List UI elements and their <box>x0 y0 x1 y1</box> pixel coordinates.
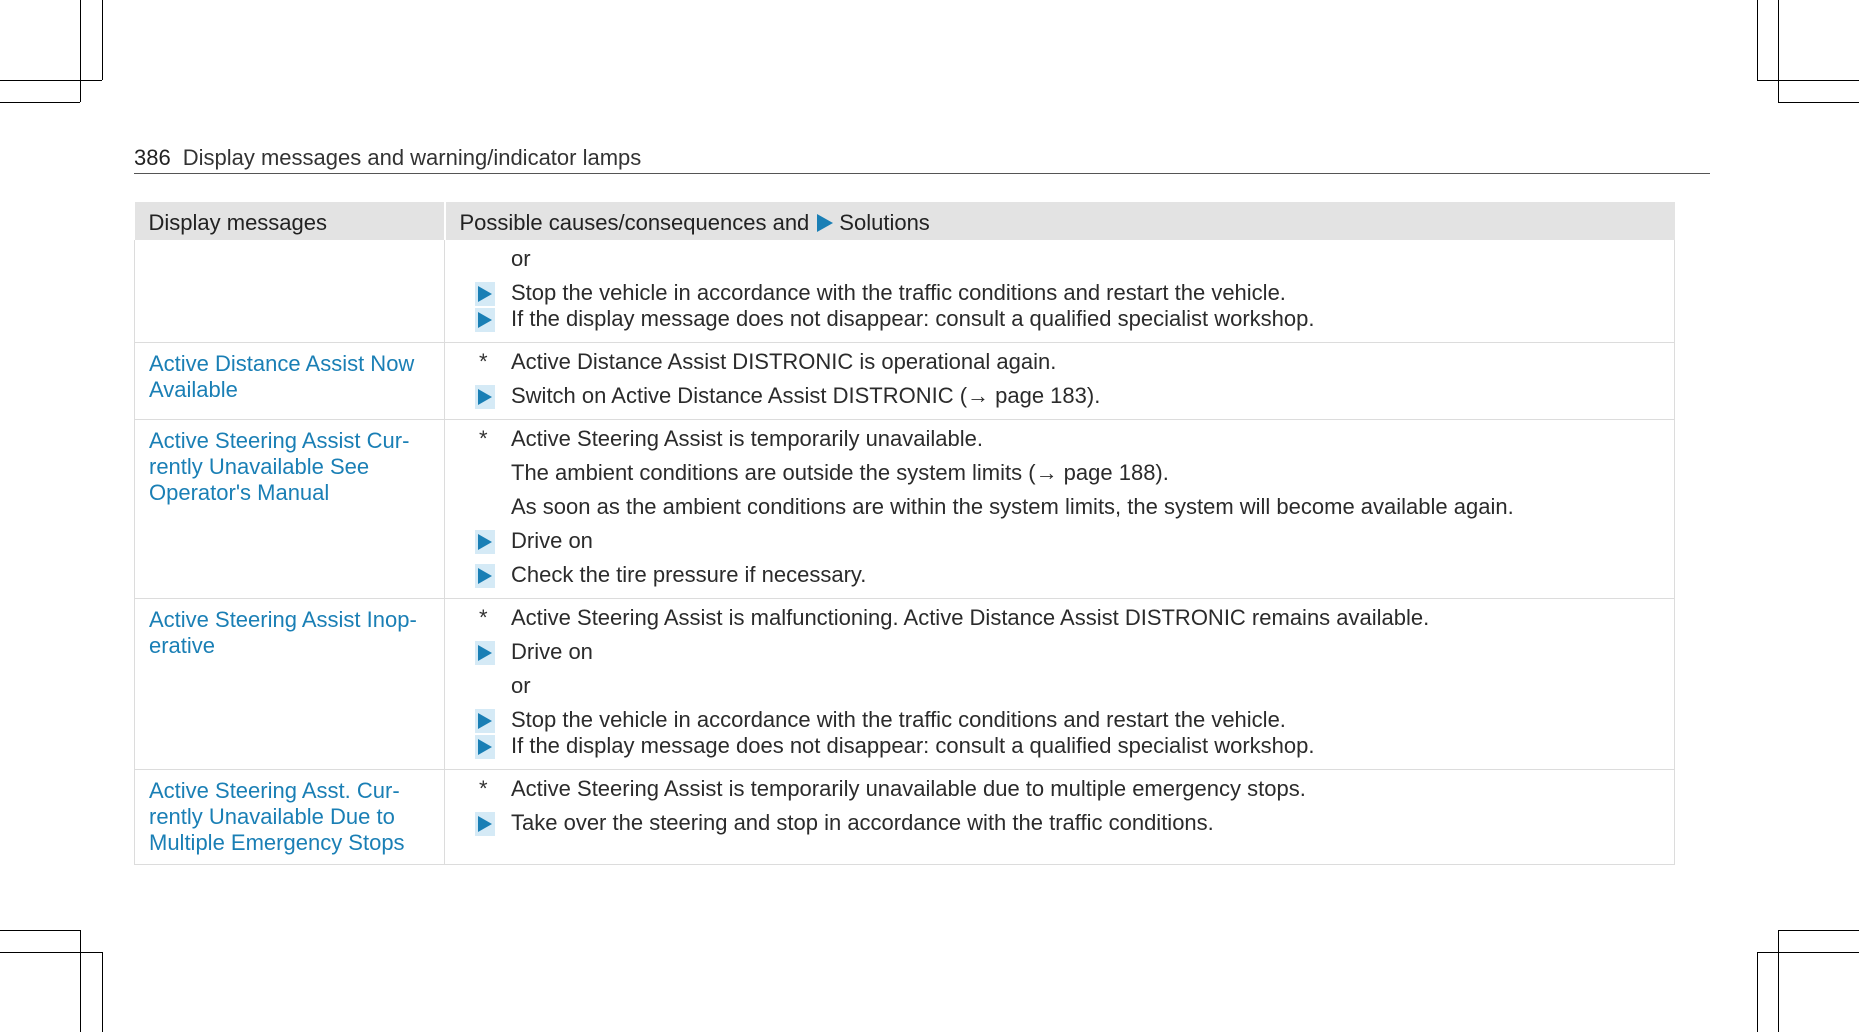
display-message-text: Active Steering Assist Cur-rently Unavai… <box>149 428 410 505</box>
crop-mark <box>1757 80 1859 81</box>
line-text: Drive on <box>511 639 593 664</box>
line-text: If the display message does not disappea… <box>511 733 1315 758</box>
causes-solutions-cell: * Active Steering Assist is temporarily u… <box>444 769 1675 865</box>
line-text: Switch on Active Distance Assist DISTRON… <box>511 383 1101 408</box>
display-message-cell: Active Distance Assist Now Available <box>134 342 445 420</box>
section-title: Display messages and warning/indicator l… <box>182 145 642 170</box>
line-text: Check the tire pressure if necessary. <box>511 562 867 587</box>
display-message-cell: Active Steering Assist Inop-erative <box>134 598 445 770</box>
table-row: Active Steering Assist Inop-erative * Acti… <box>134 598 1675 770</box>
action-arrow-icon <box>475 530 495 554</box>
crop-mark <box>1778 930 1779 1032</box>
action-step: Take over the steering and stop in accor… <box>475 810 1660 836</box>
crop-mark <box>80 930 81 1032</box>
display-message-text: Active Steering Asst. Cur-rently Unavail… <box>149 778 405 855</box>
action-arrow-icon <box>475 812 495 836</box>
asterisk-icon: * <box>479 605 488 630</box>
line-text: Take over the steering and stop in accor… <box>511 810 1214 835</box>
action-arrow-icon <box>475 641 495 665</box>
line-text: Drive on <box>511 528 593 553</box>
table-row: or Stop the vehicle in accordance with th… <box>134 240 1675 343</box>
line-text: or <box>511 246 531 271</box>
action-arrow-icon <box>475 735 495 759</box>
display-message-cell: Active Steering Asst. Cur-rently Unavail… <box>134 769 445 865</box>
line-text: or <box>511 673 531 698</box>
crop-mark <box>0 930 80 931</box>
action-step: If the display message does not disappea… <box>475 306 1660 332</box>
crop-mark <box>102 0 103 80</box>
crop-mark <box>1757 952 1758 1032</box>
column-header-display-messages: Display messages <box>134 202 446 240</box>
action-step: Switch on Active Distance Assist DISTRON… <box>475 383 1660 409</box>
page-number: 386 <box>134 145 171 170</box>
asterisk-icon: * <box>479 349 488 374</box>
display-message-text: Active Steering Assist Inop-erative <box>149 607 417 658</box>
line-text: Stop the vehicle in accordance with the … <box>511 280 1286 305</box>
crop-mark <box>1757 0 1758 80</box>
crop-mark <box>1757 952 1859 953</box>
table-body: or Stop the vehicle in accordance with th… <box>134 240 1675 865</box>
action-step: Drive on <box>475 528 1660 554</box>
causes-solutions-cell: * Active Steering Assist is temporarily u… <box>444 419 1675 599</box>
action-arrow-icon <box>475 385 495 409</box>
display-message-cell <box>134 240 445 343</box>
crop-mark <box>0 102 80 103</box>
crop-mark <box>0 952 102 953</box>
play-arrow-icon <box>817 214 834 232</box>
asterisk-icon: * <box>479 776 488 801</box>
page-header: 386 Display messages and warning/indicato… <box>134 145 1710 174</box>
crop-mark <box>0 80 102 81</box>
action-arrow-icon <box>475 308 495 332</box>
causes-solutions-cell: or Stop the vehicle in accordance with th… <box>444 240 1675 343</box>
line-text: Active Steering Assist is temporarily un… <box>511 426 983 451</box>
line-text: If the display message does not disappea… <box>511 306 1315 331</box>
column-header-causes: Possible causes/consequences and Solution… <box>444 202 1675 240</box>
cause-line: * Active Steering Assist is temporarily u… <box>475 776 1660 802</box>
action-arrow-icon <box>475 564 495 588</box>
cause-line: * Active Distance Assist DISTRONIC is ope… <box>475 349 1660 375</box>
action-step: Stop the vehicle in accordance with the … <box>475 280 1660 306</box>
line-text: Stop the vehicle in accordance with the … <box>511 707 1286 732</box>
crop-mark <box>1778 102 1859 103</box>
crop-mark <box>1778 930 1859 931</box>
line-text: The ambient conditions are outside the s… <box>511 460 1169 485</box>
action-arrow-icon <box>475 282 495 306</box>
action-step: If the display message does not disappea… <box>475 733 1660 759</box>
line-text: As soon as the ambient conditions are wi… <box>511 494 1514 519</box>
table-header-row: Display messages Possible causes/consequ… <box>134 202 1675 240</box>
table-row: Active Distance Assist Now Available * Act… <box>134 342 1675 420</box>
info-line: The ambient conditions are outside the s… <box>475 460 1660 486</box>
action-step: Stop the vehicle in accordance with the … <box>475 707 1660 733</box>
column-header-solutions-text: Solutions <box>839 210 930 235</box>
line-text: Active Steering Assist is temporarily un… <box>511 776 1306 801</box>
info-line: As soon as the ambient conditions are wi… <box>475 494 1660 520</box>
crop-mark <box>102 952 103 1032</box>
line-text: Active Steering Assist is malfunctioning… <box>511 605 1430 630</box>
crop-mark <box>80 0 81 102</box>
action-step: Check the tire pressure if necessary. <box>475 562 1660 588</box>
action-step: Drive on <box>475 639 1660 665</box>
display-message-text: Active Distance Assist Now Available <box>149 351 415 402</box>
info-line: or <box>475 673 1660 699</box>
display-messages-table: Display messages Possible causes/consequ… <box>134 202 1675 865</box>
column-header-causes-text: Possible causes/consequences and <box>459 210 810 235</box>
display-message-cell: Active Steering Assist Cur-rently Unavai… <box>134 419 445 599</box>
table-row: Active Steering Asst. Cur-rently Unavail… <box>134 769 1675 865</box>
causes-solutions-cell: * Active Steering Assist is malfunctionin… <box>444 598 1675 770</box>
crop-mark <box>1778 0 1779 102</box>
line-text: Active Distance Assist DISTRONIC is oper… <box>511 349 1057 374</box>
info-line: or <box>475 246 1660 272</box>
asterisk-icon: * <box>479 426 488 451</box>
cause-line: * Active Steering Assist is malfunctionin… <box>475 605 1660 631</box>
action-arrow-icon <box>475 709 495 733</box>
causes-solutions-cell: * Active Distance Assist DISTRONIC is ope… <box>444 342 1675 420</box>
cause-line: * Active Steering Assist is temporarily u… <box>475 426 1660 452</box>
table-row: Active Steering Assist Cur-rently Unavai… <box>134 419 1675 599</box>
